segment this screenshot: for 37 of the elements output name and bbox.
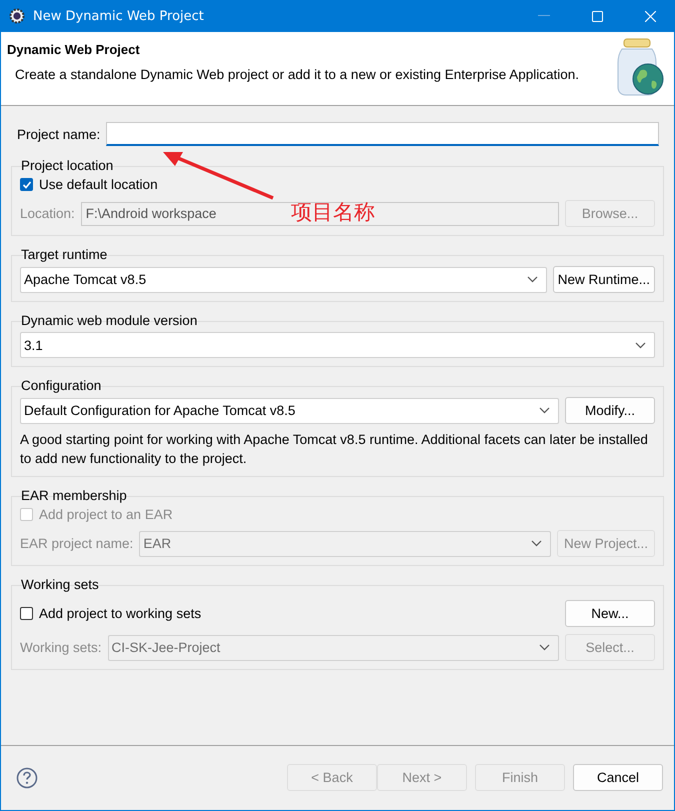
checkbox[interactable]: [20, 178, 33, 191]
chevron-down-icon: [539, 407, 550, 414]
page-description: Create a standalone Dynamic Web project or add it to a new or existing Enterprise Application.: [15, 67, 580, 82]
window-title: New Dynamic Web Project: [33, 8, 204, 24]
group-label: Configuration: [21, 378, 102, 393]
field-label: Working sets:: [20, 640, 102, 655]
annotation-text: 项目名称: [291, 199, 375, 226]
dropdown[interactable]: Default Configuration for Apache Tomcat v8.5: [20, 398, 559, 424]
close-icon[interactable]: [645, 10, 656, 22]
chevron-down-icon: [526, 276, 538, 283]
group-label: Working sets: [21, 577, 100, 592]
gear-icon: [9, 8, 25, 24]
field-label: Location:: [20, 206, 75, 221]
chevron-down-icon: [635, 342, 646, 348]
chevron-down-icon: [530, 540, 542, 547]
help-icon[interactable]: [16, 766, 38, 788]
field-label: Project name:: [17, 126, 100, 142]
checkbox[interactable]: [20, 607, 33, 620]
group-label: Project location: [21, 158, 114, 173]
chevron-down-icon: [539, 644, 550, 651]
checkbox-label: Add project to an EAR: [39, 507, 173, 522]
checkbox-label: Add project to working sets: [39, 606, 202, 621]
button[interactable]: Modify...: [565, 397, 655, 424]
button[interactable]: New Runtime...: [552, 266, 655, 293]
project-name-field[interactable]: [106, 122, 659, 146]
maximize-icon[interactable]: [592, 10, 603, 22]
page-title: Dynamic Web Project: [7, 42, 141, 57]
button[interactable]: Cancel: [573, 764, 663, 791]
dropdown[interactable]: 3.1: [20, 332, 655, 358]
group-label: EAR membership: [21, 488, 128, 503]
button[interactable]: New...: [565, 600, 655, 627]
checkbox-label: Use default location: [39, 177, 158, 192]
group-label: Dynamic web module version: [21, 313, 198, 328]
field-label: EAR project name:: [20, 536, 134, 551]
group-label: Target runtime: [21, 247, 108, 262]
dropdown[interactable]: Apache Tomcat v8.5: [20, 266, 547, 292]
configuration-description: A good starting point for working with Apache Tomcat v8.5 runtime. Additional facets can later be installed to add new functionality to the project.: [20, 431, 649, 468]
